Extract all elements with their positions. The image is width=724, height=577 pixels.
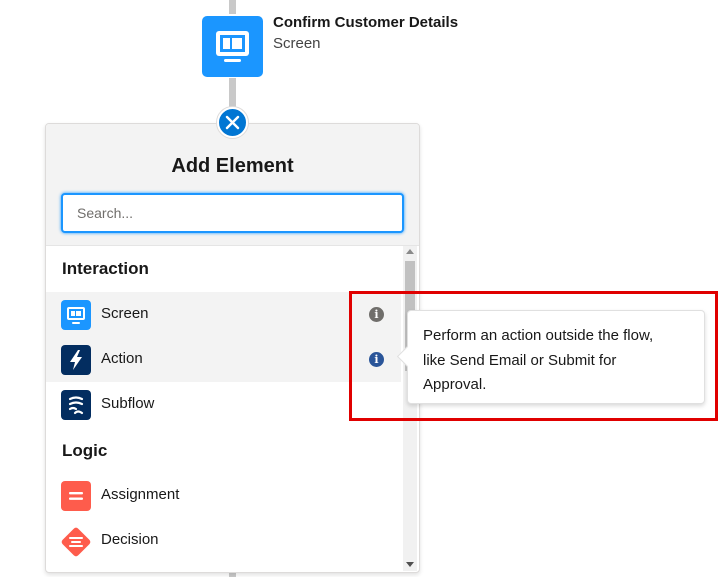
element-item-label: Assignment (101, 486, 180, 503)
highlight-box (349, 291, 718, 421)
node-type-label: Screen (273, 35, 321, 52)
node-title: Confirm Customer Details (273, 14, 459, 31)
search-input[interactable] (61, 193, 404, 233)
assignment-icon (61, 481, 91, 511)
section-label-logic: Logic (62, 441, 108, 460)
element-item-label: Action (101, 350, 143, 367)
flow-connector (229, 78, 236, 110)
element-item-subflow[interactable]: Subflow (46, 382, 401, 427)
close-panel-button[interactable] (217, 107, 248, 138)
scroll-down-icon[interactable] (406, 562, 414, 567)
decision-icon (58, 524, 94, 560)
element-item-label: Screen (101, 305, 149, 322)
close-icon (225, 115, 240, 130)
screen-icon (216, 31, 249, 62)
section-label-interaction: Interaction (62, 259, 149, 278)
screen-node[interactable] (202, 16, 263, 77)
lightning-bolt-icon (61, 345, 91, 375)
element-item-label: Subflow (101, 395, 155, 412)
element-item-assignment[interactable]: Assignment (46, 473, 401, 518)
subflow-icon (61, 390, 91, 420)
screen-icon (61, 300, 91, 330)
panel-title: Add Element (171, 155, 294, 177)
scroll-up-icon[interactable] (406, 249, 414, 254)
flow-connector-top (229, 0, 236, 14)
panel-header: Add Element (46, 124, 419, 246)
element-item-screen[interactable]: Screen i (46, 292, 401, 337)
element-item-decision[interactable]: Decision (46, 518, 401, 563)
element-item-label: Decision (101, 531, 159, 548)
element-item-action[interactable]: Action i (46, 337, 401, 382)
